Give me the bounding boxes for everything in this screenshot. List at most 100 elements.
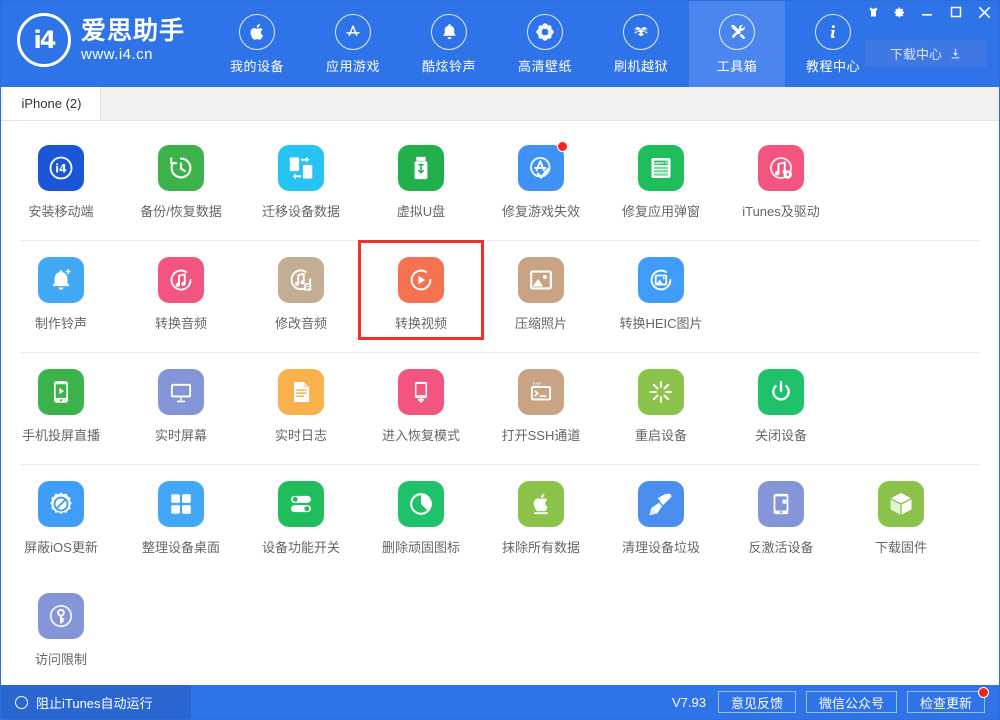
wechat-button[interactable]: 微信公众号 — [806, 691, 897, 713]
tool-ssh-tunnel[interactable]: SSH 打开SSH通道 — [481, 357, 601, 444]
download-icon — [949, 47, 962, 60]
tool-feature-toggles[interactable]: 设备功能开关 — [241, 469, 361, 556]
tool-itunes-driver[interactable]: iTunes及驱动 — [721, 133, 841, 220]
erase-apple-icon — [518, 481, 564, 527]
tool-access-restriction[interactable]: 访问限制 — [1, 581, 121, 668]
nav-item-ringtones[interactable]: 酷炫铃声 — [401, 1, 497, 87]
tool-clean-junk[interactable]: 清理设备垃圾 — [601, 469, 721, 556]
toolbox-row: 手机投屏直播 实时屏幕 — [1, 353, 999, 465]
minimize-icon[interactable] — [912, 1, 941, 23]
update-badge — [978, 687, 989, 698]
tool-convert-audio[interactable]: 转换音频 — [121, 245, 241, 332]
bell-icon — [431, 14, 467, 50]
tool-convert-heic[interactable]: 转换HEIC图片 — [601, 245, 721, 332]
tool-label: 设备功能开关 — [262, 537, 340, 556]
tool-deactivate-device[interactable]: 反激活设备 — [721, 469, 841, 556]
device-transfer-icon — [278, 145, 324, 191]
deactivate-icon — [758, 481, 804, 527]
music-convert-icon — [158, 257, 204, 303]
tool-screen-cast[interactable]: 手机投屏直播 — [1, 357, 121, 444]
version-label: V7.93 — [672, 695, 706, 710]
nav-item-wallpapers[interactable]: 高清壁纸 — [497, 1, 593, 87]
tool-make-ringtone[interactable]: 制作铃声 — [1, 245, 121, 332]
tool-label: 转换音频 — [155, 313, 207, 332]
tool-shutdown-device[interactable]: 关闭设备 — [721, 357, 841, 444]
tool-label: 修改音频 — [275, 313, 327, 332]
notification-badge — [557, 141, 568, 152]
nav-item-flash-jailbreak[interactable]: 刷机越狱 — [593, 1, 689, 87]
close-icon[interactable] — [970, 1, 999, 23]
tool-label: 转换HEIC图片 — [619, 313, 702, 332]
screen-cast-icon — [38, 369, 84, 415]
tool-edit-audio[interactable]: 修改音频 — [241, 245, 361, 332]
tool-live-log[interactable]: 实时日志 — [241, 357, 361, 444]
tool-label: iTunes及驱动 — [742, 201, 820, 220]
toggles-icon — [278, 481, 324, 527]
tool-label: 压缩照片 — [515, 313, 567, 332]
skin-icon[interactable] — [860, 1, 886, 23]
feedback-button[interactable]: 意见反馈 — [718, 691, 796, 713]
tool-recovery-mode[interactable]: 进入恢复模式 — [361, 357, 481, 444]
nav-item-apps-games[interactable]: 应用游戏 — [305, 1, 401, 87]
check-update-label: 检查更新 — [920, 693, 972, 712]
grid-apps-icon — [158, 481, 204, 527]
brand-logo[interactable]: i4 爱思助手 www.i4.cn — [17, 13, 185, 67]
tool-label: 修复应用弹窗 — [622, 201, 700, 220]
usb-icon — [398, 145, 444, 191]
tool-label: 下载固件 — [875, 537, 927, 556]
maximize-icon[interactable] — [941, 1, 970, 23]
tool-fix-popup[interactable]: Apple ID 修复应用弹窗 — [601, 133, 721, 220]
tool-live-screen[interactable]: 实时屏幕 — [121, 357, 241, 444]
app-header: i4 爱思助手 www.i4.cn 我的设备 应用游戏 — [1, 1, 999, 87]
recovery-phone-icon — [398, 369, 444, 415]
tool-organize-desktop[interactable]: 整理设备桌面 — [121, 469, 241, 556]
appstore-icon — [335, 14, 371, 50]
tool-convert-video[interactable]: 转换视频 — [361, 243, 481, 337]
tool-erase-all-data[interactable]: 抹除所有数据 — [481, 469, 601, 556]
tool-block-ios-update[interactable]: 屏蔽iOS更新 — [1, 469, 121, 556]
key-lock-icon — [38, 593, 84, 639]
tool-migrate-data[interactable]: 迁移设备数据 — [241, 133, 361, 220]
tool-download-firmware[interactable]: 下载固件 — [841, 469, 961, 556]
download-center-button[interactable]: 下载中心 — [865, 40, 987, 66]
appstore-fix-icon — [518, 145, 564, 191]
tab-iphone[interactable]: iPhone (2) — [3, 87, 101, 120]
app-footer: 阻止iTunes自动运行 V7.93 意见反馈 微信公众号 检查更新 — [1, 685, 999, 719]
flower-icon — [527, 14, 563, 50]
tool-compress-photo[interactable]: 压缩照片 — [481, 245, 601, 332]
brand-name: 爱思助手 — [81, 18, 185, 44]
nav-item-my-device[interactable]: 我的设备 — [209, 1, 305, 87]
ssh-terminal-icon: SSH — [518, 369, 564, 415]
block-update-icon — [38, 481, 84, 527]
broom-icon — [638, 481, 684, 527]
nav-label: 应用游戏 — [326, 56, 380, 75]
tool-install-mobile[interactable]: i4 安装移动端 — [1, 133, 121, 220]
tool-virtual-udisk[interactable]: 虚拟U盘 — [361, 133, 481, 220]
tool-delete-stuck-icons[interactable]: 删除顽固图标 — [361, 469, 481, 556]
restore-clock-icon — [158, 145, 204, 191]
block-itunes-label: 阻止iTunes自动运行 — [36, 693, 153, 712]
check-update-button[interactable]: 检查更新 — [907, 691, 985, 713]
toolbox-grid: i4 安装移动端 备份/恢复数据 — [1, 121, 999, 685]
tool-label: 删除顽固图标 — [382, 537, 460, 556]
toolbox-row: 屏蔽iOS更新 整理设备桌面 — [1, 465, 999, 577]
tool-fix-game[interactable]: 修复游戏失效 — [481, 133, 601, 220]
block-itunes-toggle[interactable]: 阻止iTunes自动运行 — [1, 685, 191, 719]
settings-icon[interactable] — [886, 1, 912, 23]
tool-label: 修复游戏失效 — [502, 201, 580, 220]
tool-label: 关闭设备 — [755, 425, 807, 444]
nav-item-toolbox[interactable]: 工具箱 — [689, 1, 785, 87]
radio-icon — [15, 696, 28, 709]
svg-text:SSH: SSH — [533, 382, 541, 387]
tool-reboot-device[interactable]: 重启设备 — [601, 357, 721, 444]
tool-label: 安装移动端 — [28, 201, 93, 220]
i4-app-icon: i4 — [38, 145, 84, 191]
tool-label: 备份/恢复数据 — [140, 201, 222, 220]
tool-backup-restore[interactable]: 备份/恢复数据 — [121, 133, 241, 220]
tool-label: 实时屏幕 — [155, 425, 207, 444]
info-icon — [815, 14, 851, 50]
box-icon — [623, 14, 659, 50]
app-window: i4 爱思助手 www.i4.cn 我的设备 应用游戏 — [0, 0, 1000, 720]
brand-url: www.i4.cn — [81, 47, 185, 63]
toolbox-row: i4 安装移动端 备份/恢复数据 — [1, 129, 999, 241]
